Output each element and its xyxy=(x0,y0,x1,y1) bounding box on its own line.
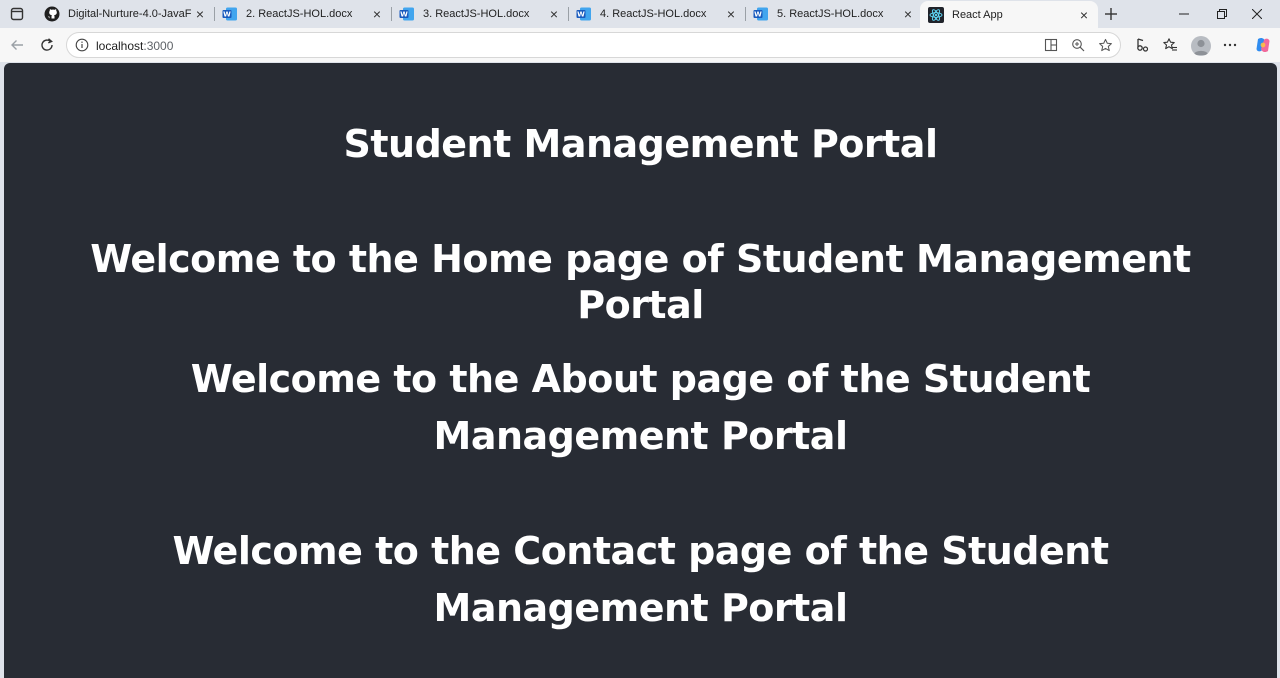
page-title: Student Management Portal xyxy=(343,122,938,166)
close-icon[interactable]: × xyxy=(723,6,739,22)
reload-button[interactable] xyxy=(36,34,58,56)
tab-actions-icon[interactable] xyxy=(6,4,28,24)
react-icon xyxy=(928,6,944,23)
about-welcome-heading: Welcome to the About page of the Student… xyxy=(190,357,1091,458)
info-icon[interactable] xyxy=(75,38,89,52)
close-window-button[interactable] xyxy=(1234,0,1280,28)
more-options-icon[interactable] xyxy=(1219,34,1241,56)
tab-title: React App xyxy=(952,8,1003,21)
copilot-icon[interactable] xyxy=(1252,34,1274,56)
page-viewport: Student Management Portal Welcome to the… xyxy=(4,63,1277,678)
profile-avatar[interactable] xyxy=(1191,36,1211,56)
svg-text:W: W xyxy=(400,11,408,19)
svg-text:W: W xyxy=(577,11,585,19)
url-text: localhost:3000 xyxy=(96,39,173,53)
tab-word-5[interactable]: W 5. ReactJS-HOL.docx × xyxy=(745,2,922,26)
zoom-icon[interactable] xyxy=(1069,36,1087,54)
word-icon: W xyxy=(576,6,592,22)
read-aloud-icon[interactable] xyxy=(1131,34,1153,56)
home-welcome-heading: Welcome to the Home page of Student Mana… xyxy=(90,237,1191,327)
close-icon[interactable]: × xyxy=(1076,7,1092,23)
split-screen-icon[interactable] xyxy=(1042,36,1060,54)
word-icon: W xyxy=(753,6,769,22)
tab-word-4[interactable]: W 4. ReactJS-HOL.docx × xyxy=(568,2,745,26)
tab-strip: Digital-Nurture-4.0-JavaFSE/ × W 2. Reac… xyxy=(0,0,1280,28)
tab-github[interactable]: Digital-Nurture-4.0-JavaFSE/ × xyxy=(36,2,214,26)
back-button[interactable] xyxy=(6,34,28,56)
address-bar[interactable]: localhost:3000 xyxy=(66,32,1121,58)
tab-word-2[interactable]: W 2. ReactJS-HOL.docx × xyxy=(214,2,391,26)
tab-title: 4. ReactJS-HOL.docx xyxy=(600,8,707,20)
close-icon[interactable]: × xyxy=(192,6,208,22)
url-host: localhost xyxy=(96,39,144,53)
tab-title: Digital-Nurture-4.0-JavaFSE/ xyxy=(68,8,192,20)
favorites-icon[interactable] xyxy=(1159,34,1181,56)
tab-title: 3. ReactJS-HOL.docx xyxy=(423,8,530,20)
favorite-star-icon[interactable] xyxy=(1096,36,1114,54)
browser-toolbar: localhost:3000 xyxy=(0,28,1280,62)
close-icon[interactable]: × xyxy=(900,6,916,22)
tab-word-3[interactable]: W 3. ReactJS-HOL.docx × xyxy=(391,2,568,26)
tab-title: 5. ReactJS-HOL.docx xyxy=(777,8,884,20)
github-icon xyxy=(44,6,60,22)
svg-text:W: W xyxy=(754,11,762,19)
word-icon: W xyxy=(222,6,238,22)
svg-text:W: W xyxy=(223,11,231,19)
close-icon[interactable]: × xyxy=(369,6,385,22)
tab-react-app[interactable]: React App × xyxy=(920,1,1098,28)
tab-title: 2. ReactJS-HOL.docx xyxy=(246,8,353,20)
new-tab-button[interactable] xyxy=(1101,4,1121,24)
contact-welcome-heading: Welcome to the Contact page of the Stude… xyxy=(172,529,1110,630)
word-icon: W xyxy=(399,6,415,22)
close-icon[interactable]: × xyxy=(546,6,562,22)
url-port: :3000 xyxy=(143,39,174,53)
